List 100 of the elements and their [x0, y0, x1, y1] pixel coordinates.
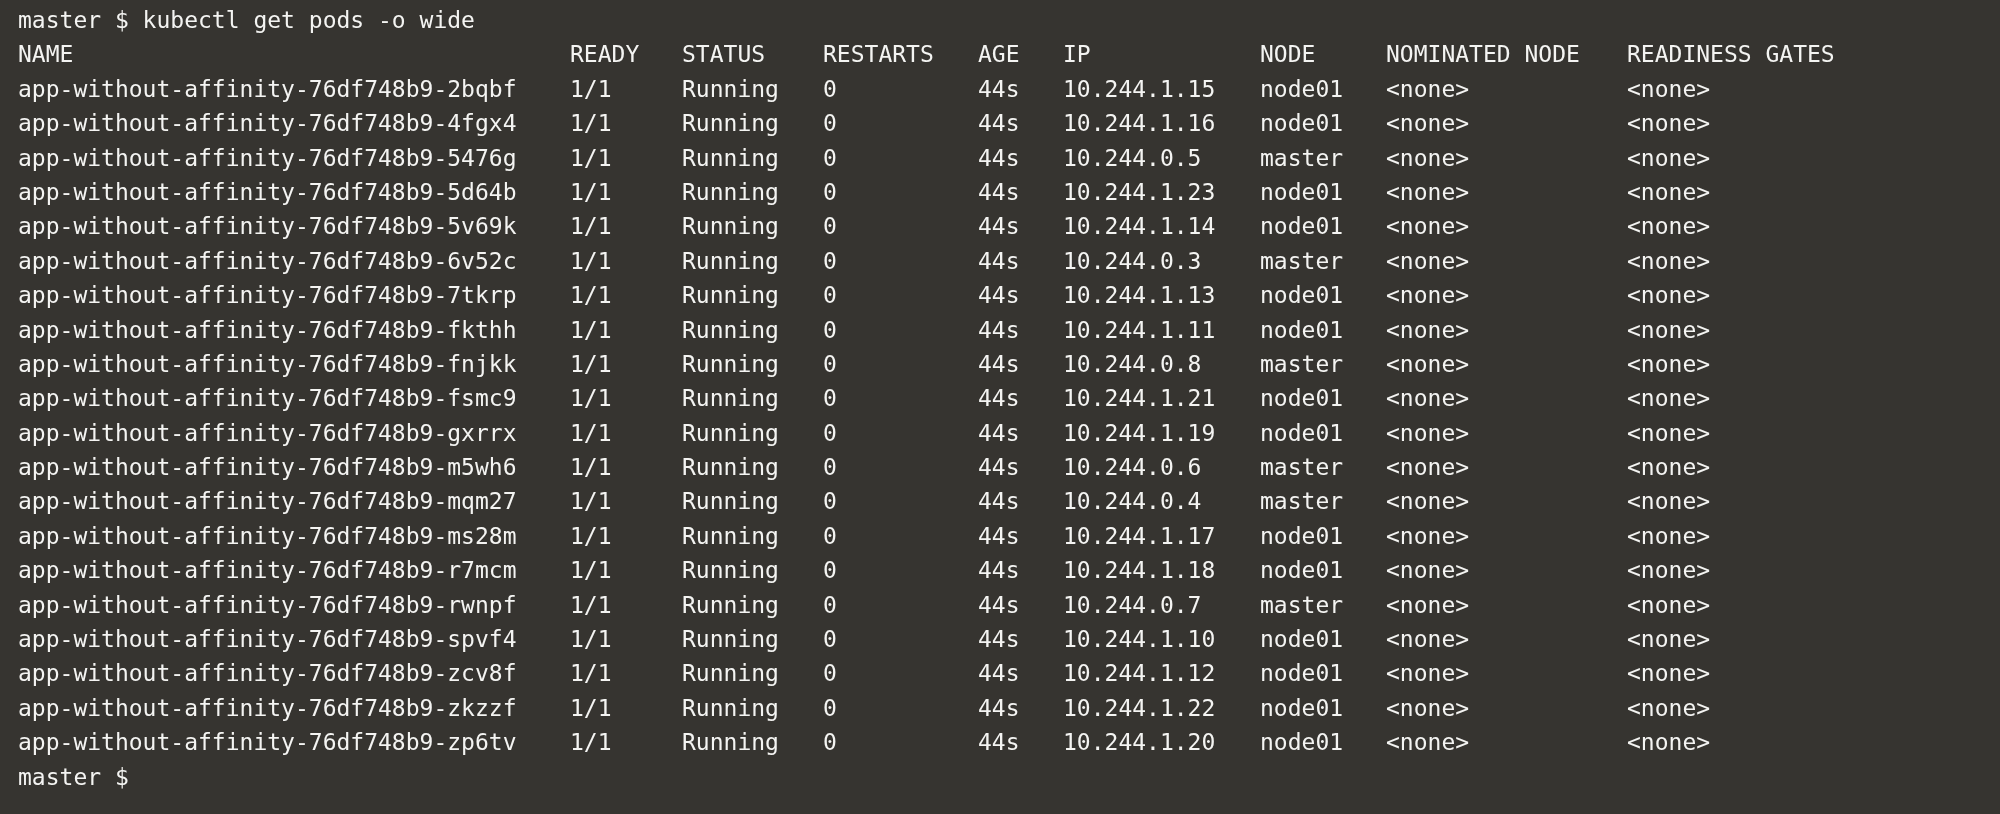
table-cell-text: app-without-affinity-76df748b9-6v52c [18, 246, 517, 276]
table-cell-text: master [1260, 143, 1344, 173]
table-cell-text: 0 [823, 246, 837, 276]
table-cell-text: Running [682, 315, 779, 345]
table-cell-text: <none> [1386, 212, 1470, 242]
table-cell-text: 44s [978, 143, 1020, 173]
table-cell-text: <none> [1627, 659, 1711, 689]
column-header: NODE [1260, 40, 1316, 70]
table-cell-text: 44s [978, 693, 1020, 723]
table-cell-text: Running [682, 590, 779, 620]
table-cell-text: 1/1 [570, 728, 612, 758]
table-cell-text: 44s [978, 281, 1020, 311]
table-cell-text: 44s [978, 315, 1020, 345]
table-cell-text: <none> [1627, 143, 1711, 173]
column-header: NAME [18, 40, 74, 70]
table-cell-text: 10.244.1.19 [1063, 418, 1216, 448]
table-cell-text: master [1260, 487, 1344, 517]
column-header: STATUS [682, 40, 766, 70]
table-cell-text: 44s [978, 212, 1020, 242]
table-cell-text: node01 [1260, 384, 1344, 414]
table-cell-text: 1/1 [570, 212, 612, 242]
command-line: master $ kubectl get pods -o wide [18, 6, 475, 35]
table-cell-text: 10.244.1.12 [1063, 659, 1216, 689]
table-cell-text: 1/1 [570, 109, 612, 139]
table-cell-text: 1/1 [570, 74, 612, 104]
column-header: NOMINATED NODE [1386, 40, 1580, 70]
table-cell-text: 44s [978, 728, 1020, 758]
table-cell-text: 1/1 [570, 281, 612, 311]
table-cell-text: 0 [823, 109, 837, 139]
table-cell-text: Running [682, 659, 779, 689]
table-cell-text: 10.244.0.8 [1063, 349, 1202, 379]
table-cell-text: 10.244.0.5 [1063, 143, 1202, 173]
table-cell-text: master [1260, 349, 1344, 379]
table-cell-text: 0 [823, 659, 837, 689]
table-cell-text: Running [682, 418, 779, 448]
table-cell-text: app-without-affinity-76df748b9-m5wh6 [18, 453, 517, 483]
column-header: AGE [978, 40, 1020, 70]
table-cell-text: 1/1 [570, 590, 612, 620]
table-cell-text: 10.244.1.20 [1063, 728, 1216, 758]
table-cell-text: 0 [823, 487, 837, 517]
table-cell-text: node01 [1260, 418, 1344, 448]
table-cell-text: 1/1 [570, 625, 612, 655]
table-cell-text: <none> [1386, 246, 1470, 276]
table-cell-text: master [1260, 453, 1344, 483]
table-cell-text: <none> [1627, 487, 1711, 517]
table-cell-text: Running [682, 349, 779, 379]
table-cell-text: <none> [1627, 418, 1711, 448]
table-cell-text: <none> [1386, 556, 1470, 586]
table-cell-text: Running [682, 521, 779, 551]
table-cell-text: <none> [1386, 521, 1470, 551]
table-cell-text: 1/1 [570, 315, 612, 345]
table-cell-text: node01 [1260, 212, 1344, 242]
table-cell-text: <none> [1386, 349, 1470, 379]
table-cell-text: app-without-affinity-76df748b9-r7mcm [18, 556, 517, 586]
table-cell-text: 1/1 [570, 556, 612, 586]
table-cell-text: app-without-affinity-76df748b9-5476g [18, 143, 517, 173]
table-cell-text: 10.244.1.22 [1063, 693, 1216, 723]
table-cell-text: <none> [1627, 625, 1711, 655]
table-cell-text: <none> [1627, 590, 1711, 620]
table-cell-text: 44s [978, 109, 1020, 139]
table-cell-text: 0 [823, 418, 837, 448]
table-cell-text: 0 [823, 349, 837, 379]
table-cell-text: <none> [1627, 349, 1711, 379]
table-cell-text: 10.244.0.4 [1063, 487, 1202, 517]
table-cell-text: <none> [1627, 728, 1711, 758]
table-cell-text: 1/1 [570, 384, 612, 414]
table-cell-text: 1/1 [570, 349, 612, 379]
table-cell-text: node01 [1260, 109, 1344, 139]
table-cell-text: node01 [1260, 625, 1344, 655]
table-cell-text: 10.244.1.14 [1063, 212, 1216, 242]
table-cell-text: 44s [978, 418, 1020, 448]
table-cell-text: 44s [978, 487, 1020, 517]
table-cell-text: app-without-affinity-76df748b9-zcv8f [18, 659, 517, 689]
table-cell-text: <none> [1386, 590, 1470, 620]
table-cell-text: node01 [1260, 74, 1344, 104]
table-cell-text: <none> [1386, 728, 1470, 758]
table-cell-text: 44s [978, 384, 1020, 414]
table-cell-text: <none> [1627, 315, 1711, 345]
table-cell-text: 0 [823, 212, 837, 242]
table-cell-text: Running [682, 556, 779, 586]
table-cell-text: 10.244.0.7 [1063, 590, 1202, 620]
table-cell-text: app-without-affinity-76df748b9-5d64b [18, 177, 517, 207]
table-cell-text: 10.244.0.6 [1063, 453, 1202, 483]
column-header: RESTARTS [823, 40, 934, 70]
table-cell-text: Running [682, 487, 779, 517]
table-cell-text: <none> [1386, 281, 1470, 311]
table-cell-text: <none> [1627, 246, 1711, 276]
table-cell-text: 0 [823, 521, 837, 551]
table-cell-text: <none> [1627, 453, 1711, 483]
table-cell-text: Running [682, 212, 779, 242]
table-cell-text: <none> [1627, 521, 1711, 551]
table-cell-text: 10.244.1.18 [1063, 556, 1216, 586]
table-cell-text: 10.244.1.23 [1063, 177, 1216, 207]
table-cell-text: node01 [1260, 315, 1344, 345]
table-cell-text: 1/1 [570, 487, 612, 517]
column-header: IP [1063, 40, 1091, 70]
table-cell-text: 0 [823, 177, 837, 207]
table-cell-text: app-without-affinity-76df748b9-fkthh [18, 315, 517, 345]
table-cell-text: 0 [823, 384, 837, 414]
table-cell-text: <none> [1627, 212, 1711, 242]
